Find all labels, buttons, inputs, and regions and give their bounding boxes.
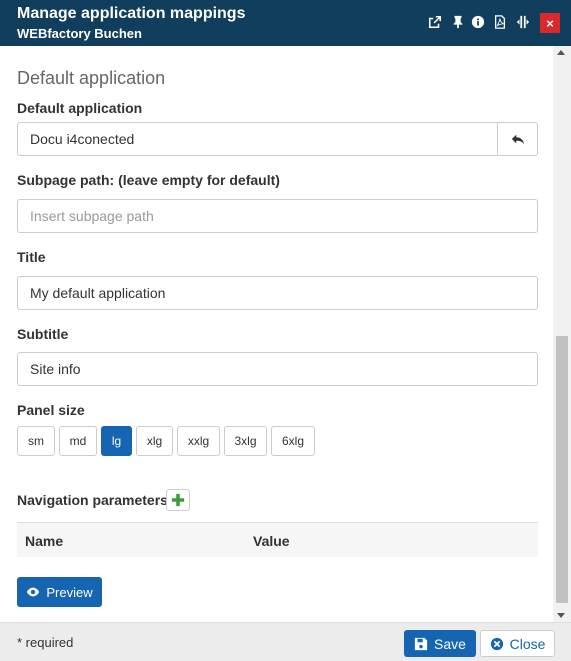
save-button[interactable]: Save — [404, 630, 476, 657]
panel-size-6xlg[interactable]: 6xlg — [271, 426, 315, 456]
window-title: Manage application mappings — [17, 5, 246, 22]
info-icon[interactable] — [470, 13, 486, 31]
external-link-icon[interactable] — [427, 13, 443, 31]
subtitle-input[interactable]: Site info — [17, 352, 538, 386]
default-application-label: Default application — [17, 100, 143, 116]
default-application-value[interactable]: Docu i4conected — [18, 123, 497, 155]
column-header-name: Name — [25, 533, 64, 549]
navigation-parameters-label: Navigation parameters — [17, 492, 168, 508]
column-header-value: Value — [253, 533, 290, 549]
panel-size-xxlg[interactable]: xxlg — [177, 426, 220, 456]
preview-label: Preview — [46, 584, 93, 600]
reset-button[interactable] — [497, 123, 537, 155]
window-titlebar: Manage application mappings WEBfactory B… — [0, 0, 571, 46]
eye-icon — [27, 587, 40, 597]
panel-size-sm[interactable]: sm — [17, 426, 55, 456]
dialog-footer: * required Save Close — [0, 622, 571, 661]
add-parameter-button[interactable] — [166, 489, 190, 511]
panel-size-group: sm md lg xlg xxlg 3xlg 6xlg — [17, 426, 315, 456]
parameters-table-header: Name Value — [17, 522, 538, 557]
close-circle-icon — [490, 637, 503, 650]
title-input[interactable]: My default application — [17, 276, 538, 310]
panel-size-lg[interactable]: lg — [101, 426, 132, 456]
preview-button[interactable]: Preview — [17, 577, 102, 607]
scrollbar-thumb[interactable] — [556, 336, 568, 603]
section-title: Default application — [17, 68, 166, 88]
panel-size-md[interactable]: md — [59, 426, 97, 456]
close-label: Close — [509, 635, 546, 652]
pin-icon[interactable] — [450, 13, 466, 31]
close-window-button[interactable]: × — [540, 13, 560, 33]
plus-icon — [171, 493, 185, 507]
required-note: * required — [17, 635, 74, 650]
save-icon — [414, 637, 428, 650]
subpage-path-input[interactable]: Insert subpage path — [17, 199, 538, 233]
subpage-path-label: Subpage path: (leave empty for default) — [17, 172, 280, 188]
pdf-icon[interactable] — [492, 13, 508, 31]
title-label: Title — [17, 249, 46, 265]
dialog-content[interactable]: Default application Default application … — [0, 46, 553, 622]
resize-icon[interactable] — [515, 13, 531, 31]
close-button[interactable]: Close — [480, 630, 555, 657]
scroll-up-arrow[interactable] — [557, 50, 565, 55]
save-label: Save — [434, 635, 466, 652]
reply-icon — [511, 134, 524, 145]
window-subtitle: WEBfactory Buchen — [17, 26, 142, 41]
panel-size-label: Panel size — [17, 402, 85, 418]
panel-size-3xlg[interactable]: 3xlg — [224, 426, 267, 456]
subtitle-label: Subtitle — [17, 326, 69, 342]
scrollbar[interactable] — [553, 46, 571, 622]
default-application-field[interactable]: Docu i4conected — [17, 122, 538, 156]
panel-size-xlg[interactable]: xlg — [136, 426, 173, 456]
scroll-down-arrow[interactable] — [557, 613, 565, 618]
